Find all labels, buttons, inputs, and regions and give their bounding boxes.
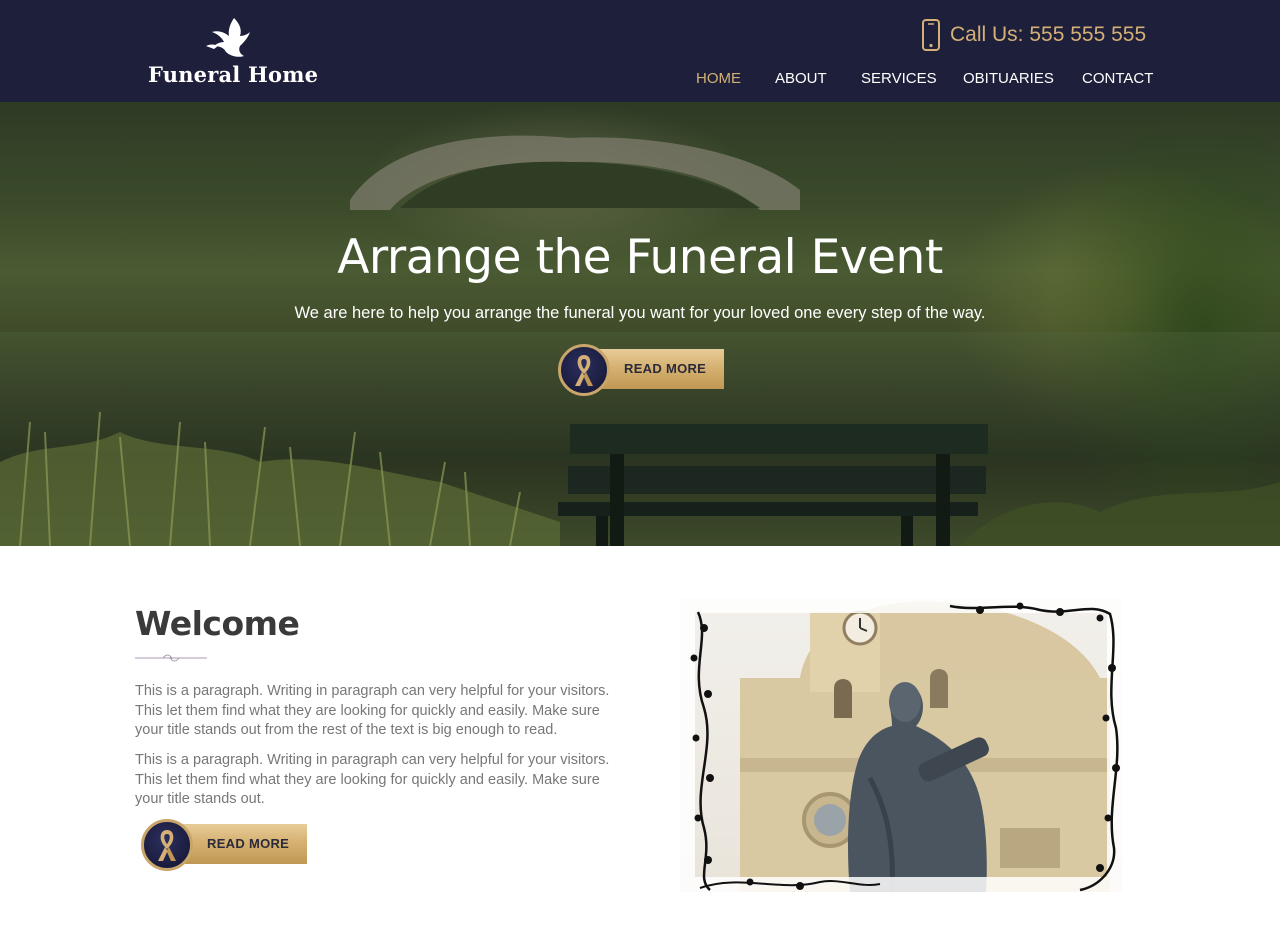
hero-subtitle: We are here to help you arrange the fune…	[294, 304, 986, 322]
welcome-paragraph-2: This is a paragraph. Writing in paragrap…	[135, 752, 610, 807]
hero-title: Arrange the Funeral Event	[337, 230, 943, 285]
dove-icon	[206, 18, 250, 57]
statue-photo	[680, 598, 1122, 892]
phone-label: Call Us: 555 555 555	[950, 23, 1147, 46]
button-label: READ MORE	[207, 836, 290, 851]
hero-read-more-button[interactable]: READ MORE	[558, 344, 724, 396]
welcome-read-more-button[interactable]: READ MORE	[141, 819, 307, 871]
welcome-paragraph-1: This is a paragraph. Writing in paragrap…	[135, 683, 610, 738]
nav-item-contact[interactable]: CONTACT	[1082, 70, 1153, 87]
awareness-ribbon-icon	[141, 819, 193, 871]
nav-item-home[interactable]: HOME	[696, 70, 741, 87]
nav-item-obituaries[interactable]: OBITUARIES	[963, 70, 1054, 87]
phone-contact[interactable]: Call Us: 555 555 555	[920, 18, 1146, 52]
mobile-phone-icon	[920, 19, 942, 51]
bench-image	[558, 424, 988, 546]
nav-item-about[interactable]: ABOUT	[775, 70, 827, 87]
button-label: READ MORE	[624, 361, 707, 376]
hero-banner: Arrange the Funeral Event We are here to…	[0, 102, 1280, 546]
site-header: Funeral Home Call Us: 555 555 555 HOME A…	[0, 0, 1280, 102]
awareness-ribbon-icon	[558, 344, 610, 396]
ornament-divider-icon	[135, 654, 207, 662]
welcome-title: Welcome	[135, 604, 300, 643]
main-nav: HOME ABOUT SERVICES OBITUARIES CONTACT	[0, 70, 1280, 92]
nav-item-services[interactable]: SERVICES	[861, 70, 937, 87]
